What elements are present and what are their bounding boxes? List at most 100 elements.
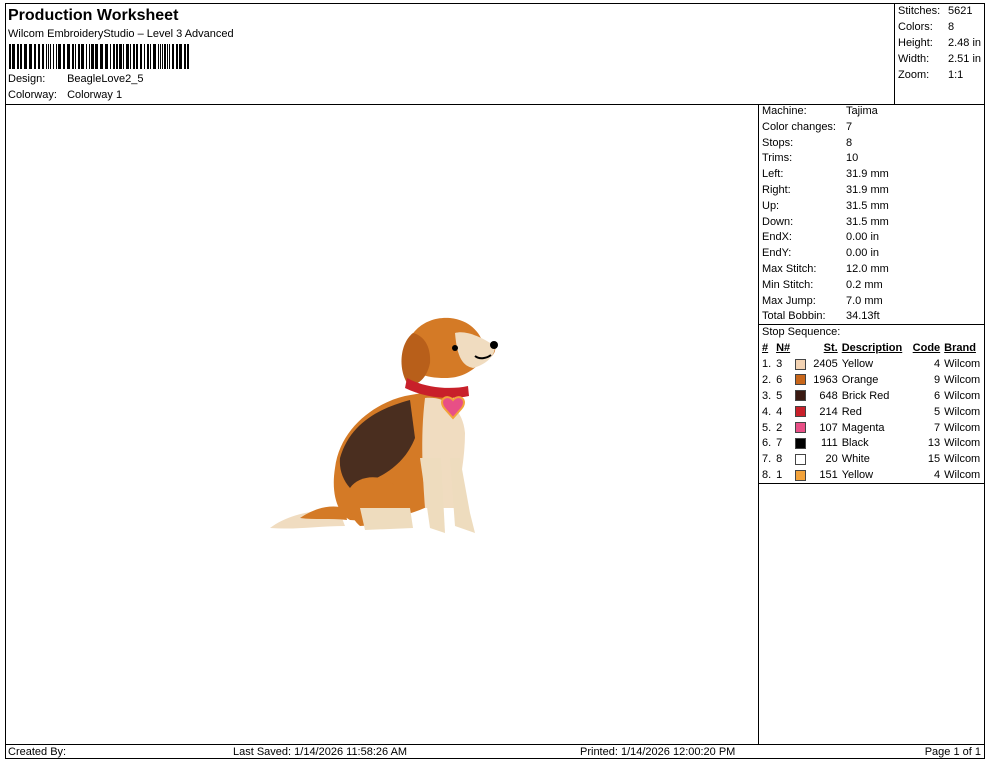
row-stitches: 20 bbox=[825, 453, 838, 466]
row-needle: 8 bbox=[776, 453, 783, 466]
barcode-bar bbox=[184, 44, 186, 69]
stat-value: 1:1 bbox=[948, 69, 964, 81]
barcode-bar bbox=[179, 44, 182, 69]
machine-info-value: 12.0 mm bbox=[846, 263, 889, 275]
barcode-bar bbox=[12, 44, 15, 69]
stop-sequence-row: 6. 7 111 Black 13 Wilcom bbox=[760, 435, 985, 451]
barcode-bar bbox=[126, 44, 129, 69]
machine-info-value: Tajima bbox=[846, 105, 878, 117]
stop-sequence-header-row: # N# St. Description Code Brand bbox=[760, 340, 985, 356]
barcode-bar bbox=[119, 44, 122, 69]
barcode-bar bbox=[86, 44, 87, 69]
machine-info-value: 10 bbox=[846, 152, 859, 165]
barcode-bar bbox=[95, 44, 98, 69]
barcode bbox=[9, 44, 189, 69]
color-swatch bbox=[795, 469, 807, 481]
barcode-bar bbox=[72, 44, 74, 69]
row-brand: Wilcom bbox=[944, 373, 981, 386]
stop-sequence-row: 2. 6 1963 Orange 9 Wilcom bbox=[760, 372, 985, 388]
row-needle: 1 bbox=[776, 469, 783, 482]
row-description: Magenta bbox=[841, 421, 885, 434]
stat-value: 5621 bbox=[948, 5, 973, 17]
machine-info-label: EndY: bbox=[762, 247, 792, 260]
color-swatch bbox=[795, 358, 807, 370]
stop-sequence-table: # N# St. Description Code Brand 1. 3 2405 Y… bbox=[760, 340, 985, 483]
barcode-bar bbox=[167, 44, 168, 69]
beagle-embroidery-image bbox=[270, 317, 498, 533]
colorway-label: Colorway: bbox=[8, 89, 57, 101]
machine-info-value: 7.0 mm bbox=[846, 294, 883, 307]
footer-page: Page 1 of 1 bbox=[924, 746, 981, 758]
barcode-bar bbox=[172, 44, 174, 69]
row-code: 5 bbox=[934, 405, 941, 418]
stat-label: Width: bbox=[898, 53, 930, 65]
row-brand: Wilcom bbox=[944, 469, 981, 482]
machine-info-value: 0.2 mm bbox=[846, 278, 883, 291]
machine-info-value: 34.13ft bbox=[846, 310, 880, 323]
barcode-bar bbox=[150, 44, 151, 69]
row-needle: 4 bbox=[776, 405, 783, 418]
color-swatch bbox=[795, 422, 807, 434]
barcode-bar bbox=[56, 44, 57, 69]
barcode-bar bbox=[89, 44, 90, 69]
col-brand: Brand bbox=[944, 342, 976, 354]
machine-info-label: Up: bbox=[762, 199, 780, 212]
color-swatch bbox=[795, 390, 807, 402]
machine-info-row: Up: 31.5 mm bbox=[762, 200, 889, 212]
machine-info-label: Right: bbox=[762, 184, 791, 196]
panel-divider bbox=[758, 484, 759, 745]
barcode-bar bbox=[67, 44, 70, 69]
color-swatch bbox=[795, 437, 807, 449]
row-description: White bbox=[841, 453, 870, 466]
col-n: N# bbox=[776, 342, 791, 354]
row-code: 15 bbox=[927, 453, 941, 466]
stat-row: Stitches: 5621 bbox=[898, 5, 972, 17]
footer-printed: Printed: 1/14/2026 12:00:20 PM bbox=[580, 746, 736, 758]
software-subtitle: Wilcom EmbroideryStudio – Level 3 Advanc… bbox=[8, 28, 234, 40]
barcode-bar bbox=[169, 44, 170, 69]
machine-info-row: Stops: 8 bbox=[762, 137, 852, 149]
row-num: 2. bbox=[762, 373, 772, 386]
barcode-bar bbox=[53, 44, 54, 69]
row-brand: Wilcom bbox=[944, 389, 981, 402]
machine-info-row: Min Stitch: 0.2 mm bbox=[762, 279, 883, 291]
barcode-bar bbox=[105, 44, 108, 69]
barcode-bar bbox=[160, 44, 161, 69]
machine-info-label: Trims: bbox=[762, 152, 793, 165]
barcode-bar bbox=[123, 44, 124, 69]
barcode-bar bbox=[158, 44, 159, 69]
stop-sequence-row: 3. 5 648 Brick Red 6 Wilcom bbox=[760, 388, 985, 404]
barcode-bar bbox=[91, 44, 94, 69]
row-code: 7 bbox=[934, 421, 941, 434]
barcode-bar bbox=[46, 44, 47, 69]
col-code: Code bbox=[912, 342, 941, 354]
row-brand: Wilcom bbox=[944, 437, 981, 450]
barcode-bar bbox=[38, 44, 40, 69]
row-stitches: 2405 bbox=[813, 357, 838, 370]
stat-row: Width: 2.51 in bbox=[898, 53, 981, 65]
machine-info-row: Machine: Tajima bbox=[762, 105, 878, 117]
barcode-bar bbox=[100, 44, 103, 69]
barcode-bar bbox=[78, 44, 80, 69]
machine-info-row: EndX: 0.00 in bbox=[762, 231, 879, 243]
col-stitches: St. bbox=[823, 342, 838, 354]
machine-info-label: Color changes: bbox=[762, 120, 836, 133]
stop-sequence-row: 4. 4 214 Red 5 Wilcom bbox=[760, 404, 985, 420]
colorway-row: Colorway: Colorway 1 bbox=[8, 89, 122, 101]
machine-info-label: Max Jump: bbox=[762, 294, 816, 307]
machine-info-row: Trims: 10 bbox=[762, 152, 858, 164]
barcode-bar bbox=[116, 44, 118, 69]
machine-info-row: Max Stitch: 12.0 mm bbox=[762, 263, 889, 275]
stop-sequence-row: 5. 2 107 Magenta 7 Wilcom bbox=[760, 420, 985, 436]
machine-info-label: Max Stitch: bbox=[762, 263, 817, 275]
row-needle: 2 bbox=[776, 421, 783, 434]
row-stitches: 648 bbox=[819, 389, 838, 402]
row-code: 4 bbox=[934, 469, 941, 482]
machine-info-label: Min Stitch: bbox=[762, 278, 814, 291]
machine-info-label: EndX: bbox=[762, 231, 792, 244]
machine-info-row: Max Jump: 7.0 mm bbox=[762, 295, 883, 307]
row-needle: 6 bbox=[776, 373, 783, 386]
color-swatch bbox=[795, 374, 807, 386]
barcode-bar bbox=[29, 44, 32, 69]
row-num: 4. bbox=[762, 405, 772, 418]
